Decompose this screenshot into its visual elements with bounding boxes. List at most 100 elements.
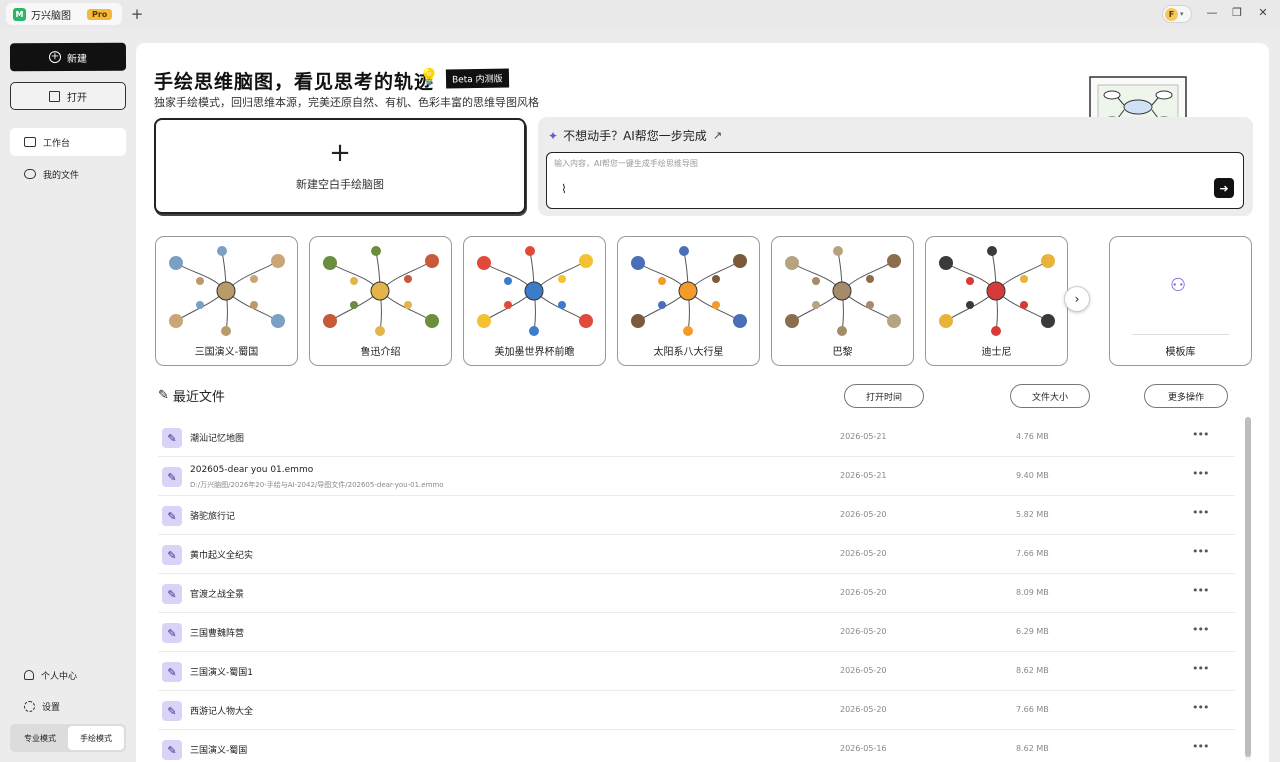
file-open-time: 2026-05-21 bbox=[840, 471, 887, 480]
pro-mode-toggle[interactable]: 专业模式 bbox=[12, 726, 68, 750]
template-thumbnail bbox=[477, 246, 593, 336]
restore-icon[interactable]: ❐ bbox=[1231, 7, 1243, 19]
account-menu[interactable]: F ▾ bbox=[1162, 5, 1192, 23]
file-row[interactable]: ✎ 202605-dear you 01.emmo D:/万兴脑图/2026年20-… bbox=[158, 457, 1235, 496]
sidebar-item-settings[interactable]: 设置 bbox=[10, 692, 126, 720]
sidebar-item-label: 我的文件 bbox=[43, 170, 80, 181]
arrow-icon: ↗ bbox=[712, 129, 723, 142]
monitor-icon bbox=[24, 137, 36, 147]
recent-title-text: 最近文件 bbox=[172, 390, 225, 405]
file-row[interactable]: ✎ 西游记人物大全 2026-05-20 7.66 MB ••• bbox=[158, 691, 1235, 730]
send-button[interactable]: ➜ bbox=[1214, 178, 1234, 198]
file-row[interactable]: ✎ 三国曹魏阵营 2026-05-20 6.29 MB ••• bbox=[158, 613, 1235, 652]
more-dots-icon[interactable]: ••• bbox=[1192, 740, 1209, 753]
template-card[interactable]: 巴黎 bbox=[771, 236, 914, 366]
avatar: F bbox=[1165, 7, 1178, 21]
open-button-label: 打开 bbox=[67, 92, 87, 104]
file-open-time: 2026-05-20 bbox=[840, 627, 887, 636]
sidebar-item-my-files[interactable]: 我的文件 bbox=[10, 160, 126, 188]
file-name: 官渡之战全景 bbox=[190, 590, 245, 600]
more-dots-icon[interactable]: ••• bbox=[1192, 623, 1209, 636]
file-row[interactable]: ✎ 骆驼旅行记 2026-05-20 5.82 MB ••• bbox=[158, 496, 1235, 535]
template-thumbnail bbox=[323, 246, 439, 336]
new-button-label: 新建 bbox=[66, 53, 88, 65]
app-logo-icon: M bbox=[13, 7, 26, 21]
sort-file-size-button[interactable]: 文件大小 bbox=[1010, 384, 1090, 408]
plus-icon: + bbox=[48, 51, 62, 64]
minimize-icon[interactable]: — bbox=[1206, 7, 1218, 19]
file-size: 8.62 MB bbox=[1016, 744, 1049, 753]
pencil-icon: ✎ bbox=[158, 388, 169, 403]
file-size: 9.40 MB bbox=[1016, 471, 1049, 480]
file-name: 三国演义-蜀国 bbox=[190, 746, 248, 756]
cloud-icon bbox=[24, 169, 36, 179]
template-card[interactable]: 迪士尼 bbox=[925, 236, 1068, 366]
template-library-icon: ⚇ bbox=[1170, 275, 1187, 296]
open-button[interactable]: 打开 bbox=[10, 82, 126, 110]
more-dots-icon[interactable]: ••• bbox=[1192, 467, 1209, 480]
file-name: 骆驼旅行记 bbox=[190, 512, 236, 522]
template-library-label: 模板库 bbox=[1165, 347, 1196, 358]
more-dots-icon[interactable]: ••• bbox=[1192, 701, 1209, 714]
divider bbox=[1132, 334, 1229, 335]
template-card[interactable]: 三国演义-蜀国 bbox=[155, 236, 298, 366]
hand-drawn-mode-toggle[interactable]: 手绘模式 bbox=[68, 726, 124, 750]
file-size: 4.76 MB bbox=[1016, 432, 1049, 441]
more-dots-icon[interactable]: ••• bbox=[1192, 662, 1209, 675]
template-label: 太阳系八大行星 bbox=[653, 347, 724, 358]
scrollbar-thumb[interactable] bbox=[1245, 417, 1251, 757]
template-label: 三国演义-蜀国 bbox=[194, 347, 259, 358]
sidebar-item-profile[interactable]: 个人中心 bbox=[10, 661, 126, 689]
mindmap-file-icon: ✎ bbox=[162, 467, 182, 487]
sidebar-item-workbench[interactable]: 工作台 bbox=[10, 128, 126, 156]
new-blank-mindmap-card[interactable]: + 新建空白手绘脑图 bbox=[154, 118, 526, 214]
attachment-icon[interactable]: ⌇ bbox=[561, 182, 567, 196]
sidebar-item-label: 设置 bbox=[42, 702, 61, 713]
chevron-down-icon: ▾ bbox=[1180, 10, 1184, 18]
add-tab-button[interactable]: + bbox=[130, 5, 144, 23]
mode-switch: 专业模式 手绘模式 bbox=[10, 724, 126, 752]
file-row[interactable]: ✎ 三国演义-蜀国 2026-05-16 8.62 MB ••• bbox=[158, 730, 1235, 762]
more-dots-icon[interactable]: ••• bbox=[1192, 428, 1209, 441]
chevron-right-icon[interactable]: › bbox=[1064, 286, 1090, 312]
file-path: D:/万兴脑图/2026年20-手绘与AI-2042/导图文件/202605-d… bbox=[190, 481, 444, 489]
file-row[interactable]: ✎ 官渡之战全景 2026-05-20 8.09 MB ••• bbox=[158, 574, 1235, 613]
close-icon[interactable]: ✕ bbox=[1257, 7, 1269, 19]
more-dots-icon[interactable]: ••• bbox=[1192, 545, 1209, 558]
file-name: 西游记人物大全 bbox=[190, 707, 254, 717]
mindmap-file-icon: ✎ bbox=[162, 740, 182, 760]
new-button[interactable]: + 新建 bbox=[9, 42, 127, 72]
file-row[interactable]: ✎ 黄巾起义全纪实 2026-05-20 7.66 MB ••• bbox=[158, 535, 1235, 574]
file-size: 7.66 MB bbox=[1016, 705, 1049, 714]
more-actions-button[interactable]: 更多操作 bbox=[1144, 384, 1228, 408]
lightbulb-icon: 💡 bbox=[419, 67, 439, 86]
template-thumbnail bbox=[631, 246, 747, 336]
template-card[interactable]: 鲁迅介绍 bbox=[309, 236, 452, 366]
file-name: 三国演义-蜀国1 bbox=[190, 668, 253, 678]
scrollbar[interactable] bbox=[1245, 417, 1251, 761]
more-dots-icon[interactable]: ••• bbox=[1192, 584, 1209, 597]
mindmap-file-icon: ✎ bbox=[162, 584, 182, 604]
template-library-card[interactable]: ⚇ 模板库 bbox=[1109, 236, 1252, 366]
ai-prompt-input[interactable]: 输入内容，AI帮您一键生成手绘思维导图 ⌇ ➜ bbox=[546, 152, 1244, 209]
ai-title-text: 不想动手？AI帮您一步完成 bbox=[563, 129, 707, 143]
mindmap-file-icon: ✎ bbox=[162, 428, 182, 448]
file-size: 7.66 MB bbox=[1016, 549, 1049, 558]
template-card[interactable]: 美加墨世界杯前瞻 bbox=[463, 236, 606, 366]
file-row[interactable]: ✎ 三国演义-蜀国1 2026-05-20 8.62 MB ••• bbox=[158, 652, 1235, 691]
file-name: 三国曹魏阵营 bbox=[190, 629, 245, 639]
new-blank-label: 新建空白手绘脑图 bbox=[296, 178, 384, 191]
pro-badge[interactable]: Pro bbox=[87, 8, 113, 20]
file-row[interactable]: ✎ 潮汕记忆地图 2026-05-21 4.76 MB ••• bbox=[158, 418, 1235, 457]
file-open-time: 2026-05-20 bbox=[840, 588, 887, 597]
gear-icon bbox=[24, 700, 35, 712]
template-card[interactable]: 太阳系八大行星 bbox=[617, 236, 760, 366]
folder-icon bbox=[49, 90, 60, 102]
sparkle-icon: ✦ bbox=[548, 128, 559, 143]
sidebar-item-label: 工作台 bbox=[43, 138, 71, 149]
sort-open-time-button[interactable]: 打开时间 bbox=[844, 384, 924, 408]
sidebar: + 新建 打开 工作台 我的文件 个人中心 设置 专业模式 手绘模式 bbox=[0, 28, 136, 762]
more-dots-icon[interactable]: ••• bbox=[1192, 506, 1209, 519]
file-open-time: 2026-05-20 bbox=[840, 510, 887, 519]
app-tab[interactable]: M 万兴脑图 Pro bbox=[6, 3, 122, 25]
